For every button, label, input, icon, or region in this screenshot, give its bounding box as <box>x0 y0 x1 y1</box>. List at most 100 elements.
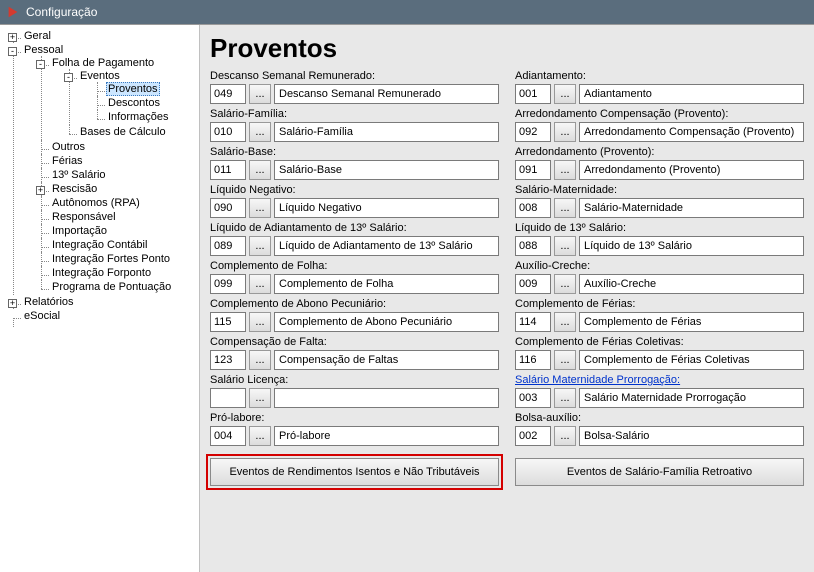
desc-input-salfam[interactable] <box>274 122 499 142</box>
code-input-salfam[interactable] <box>210 122 246 142</box>
code-input-liq13[interactable] <box>515 236 551 256</box>
tree-item-programa-pontuacao[interactable]: Programa de Pontuação <box>50 281 173 293</box>
tree-item-eventos[interactable]: Eventos <box>78 70 122 82</box>
desc-input-dsr[interactable] <box>274 84 499 104</box>
desc-input-bolsa[interactable] <box>579 426 804 446</box>
code-input-salbase[interactable] <box>210 160 246 180</box>
code-input-liq_ad13[interactable] <box>210 236 246 256</box>
code-input-comp_falta[interactable] <box>210 350 246 370</box>
app-icon <box>6 5 20 19</box>
tree-item-rescisao[interactable]: Rescisão <box>50 183 99 195</box>
tree-item-outros[interactable]: Outros <box>50 141 87 153</box>
field-label-sal_licenca: Salário Licença: <box>210 374 499 386</box>
tree-item-ferias[interactable]: Férias <box>50 155 85 167</box>
desc-input-comp_folha[interactable] <box>274 274 499 294</box>
lookup-button-comp_ferias[interactable]: ... <box>554 312 576 332</box>
tree-toggle-relatorios[interactable]: + <box>8 299 17 308</box>
desc-input-comp_abono[interactable] <box>274 312 499 332</box>
field-label-comp_abono: Complemento de Abono Pecuniário: <box>210 298 499 310</box>
field-label-liq_neg: Líquido Negativo: <box>210 184 499 196</box>
desc-input-arred_prov[interactable] <box>579 160 804 180</box>
rendimentos-isentos-button[interactable]: Eventos de Rendimentos Isentos e Não Tri… <box>210 458 499 486</box>
code-input-dsr[interactable] <box>210 84 246 104</box>
lookup-button-liq_neg[interactable]: ... <box>249 198 271 218</box>
desc-input-salbase[interactable] <box>274 160 499 180</box>
lookup-button-aux_creche[interactable]: ... <box>554 274 576 294</box>
lookup-button-salbase[interactable]: ... <box>249 160 271 180</box>
lookup-button-salfam[interactable]: ... <box>249 122 271 142</box>
code-input-comp_ferias[interactable] <box>515 312 551 332</box>
desc-input-arred_comp[interactable] <box>579 122 804 142</box>
lookup-button-arred_prov[interactable]: ... <box>554 160 576 180</box>
tree-item-responsavel[interactable]: Responsável <box>50 211 118 223</box>
lookup-button-sal_mat[interactable]: ... <box>554 198 576 218</box>
lookup-button-adiantamento[interactable]: ... <box>554 84 576 104</box>
tree-item-integracao-fortes[interactable]: Integração Fortes Ponto <box>50 253 172 265</box>
code-input-sal_mat[interactable] <box>515 198 551 218</box>
field-label-sal_mat_prorr[interactable]: Salário Maternidade Prorrogação: <box>515 374 804 386</box>
lookup-button-arred_comp[interactable]: ... <box>554 122 576 142</box>
field-label-arred_prov: Arredondamento (Provento): <box>515 146 804 158</box>
desc-input-sal_mat[interactable] <box>579 198 804 218</box>
code-input-comp_folha[interactable] <box>210 274 246 294</box>
tree-item-folha[interactable]: Folha de Pagamento <box>50 57 156 69</box>
tree-item-13salario[interactable]: 13º Salário <box>50 169 108 181</box>
tree-item-integracao-forponto[interactable]: Integração Forponto <box>50 267 153 279</box>
tree-toggle-geral[interactable]: + <box>8 33 17 42</box>
field-aux_creche: Auxílio-Creche:... <box>515 260 804 294</box>
titlebar: Configuração <box>0 0 814 24</box>
tree-toggle-rescisao[interactable]: + <box>36 186 45 195</box>
code-input-aux_creche[interactable] <box>515 274 551 294</box>
tree-toggle-folha[interactable]: - <box>36 60 45 69</box>
field-label-dsr: Descanso Semanal Remunerado: <box>210 70 499 82</box>
lookup-button-comp_folha[interactable]: ... <box>249 274 271 294</box>
desc-input-aux_creche[interactable] <box>579 274 804 294</box>
tree-item-bases[interactable]: Bases de Cálculo <box>78 126 168 138</box>
code-input-arred_comp[interactable] <box>515 122 551 142</box>
lookup-button-prolabore[interactable]: ... <box>249 426 271 446</box>
tree-item-integracao-contabil[interactable]: Integração Contábil <box>50 239 149 251</box>
desc-input-comp_ferias[interactable] <box>579 312 804 332</box>
lookup-button-comp_abono[interactable]: ... <box>249 312 271 332</box>
lookup-button-comp_ferias_c[interactable]: ... <box>554 350 576 370</box>
tree-item-importacao[interactable]: Importação <box>50 225 109 237</box>
desc-input-sal_licenca[interactable] <box>274 388 499 408</box>
tree-item-descontos[interactable]: Descontos <box>106 97 162 109</box>
salario-familia-retro-button[interactable]: Eventos de Salário-Família Retroativo <box>515 458 804 486</box>
code-input-liq_neg[interactable] <box>210 198 246 218</box>
desc-input-liq_ad13[interactable] <box>274 236 499 256</box>
lookup-button-sal_mat_prorr[interactable]: ... <box>554 388 576 408</box>
lookup-button-liq_ad13[interactable]: ... <box>249 236 271 256</box>
code-input-adiantamento[interactable] <box>515 84 551 104</box>
field-label-comp_ferias_c: Complemento de Férias Coletivas: <box>515 336 804 348</box>
tree-item-relatorios[interactable]: Relatórios <box>22 296 76 308</box>
desc-input-liq13[interactable] <box>579 236 804 256</box>
code-input-sal_licenca[interactable] <box>210 388 246 408</box>
tree-item-autonomos[interactable]: Autônomos (RPA) <box>50 197 142 209</box>
desc-input-prolabore[interactable] <box>274 426 499 446</box>
code-input-comp_ferias_c[interactable] <box>515 350 551 370</box>
lookup-button-bolsa[interactable]: ... <box>554 426 576 446</box>
desc-input-liq_neg[interactable] <box>274 198 499 218</box>
code-input-bolsa[interactable] <box>515 426 551 446</box>
code-input-prolabore[interactable] <box>210 426 246 446</box>
desc-input-sal_mat_prorr[interactable] <box>579 388 804 408</box>
tree-item-esocial[interactable]: eSocial <box>22 310 62 322</box>
field-label-arred_comp: Arredondamento Compensação (Provento): <box>515 108 804 120</box>
tree-toggle-eventos[interactable]: - <box>64 73 73 82</box>
tree-item-geral[interactable]: Geral <box>22 30 53 42</box>
lookup-button-liq13[interactable]: ... <box>554 236 576 256</box>
lookup-button-sal_licenca[interactable]: ... <box>249 388 271 408</box>
desc-input-comp_ferias_c[interactable] <box>579 350 804 370</box>
desc-input-adiantamento[interactable] <box>579 84 804 104</box>
lookup-button-dsr[interactable]: ... <box>249 84 271 104</box>
tree-item-proventos[interactable]: Proventos <box>106 82 160 96</box>
tree-item-informacoes[interactable]: Informações <box>106 111 171 123</box>
code-input-comp_abono[interactable] <box>210 312 246 332</box>
desc-input-comp_falta[interactable] <box>274 350 499 370</box>
code-input-arred_prov[interactable] <box>515 160 551 180</box>
lookup-button-comp_falta[interactable]: ... <box>249 350 271 370</box>
code-input-sal_mat_prorr[interactable] <box>515 388 551 408</box>
tree-toggle-pessoal[interactable]: - <box>8 47 17 56</box>
tree-item-pessoal[interactable]: Pessoal <box>22 44 65 56</box>
